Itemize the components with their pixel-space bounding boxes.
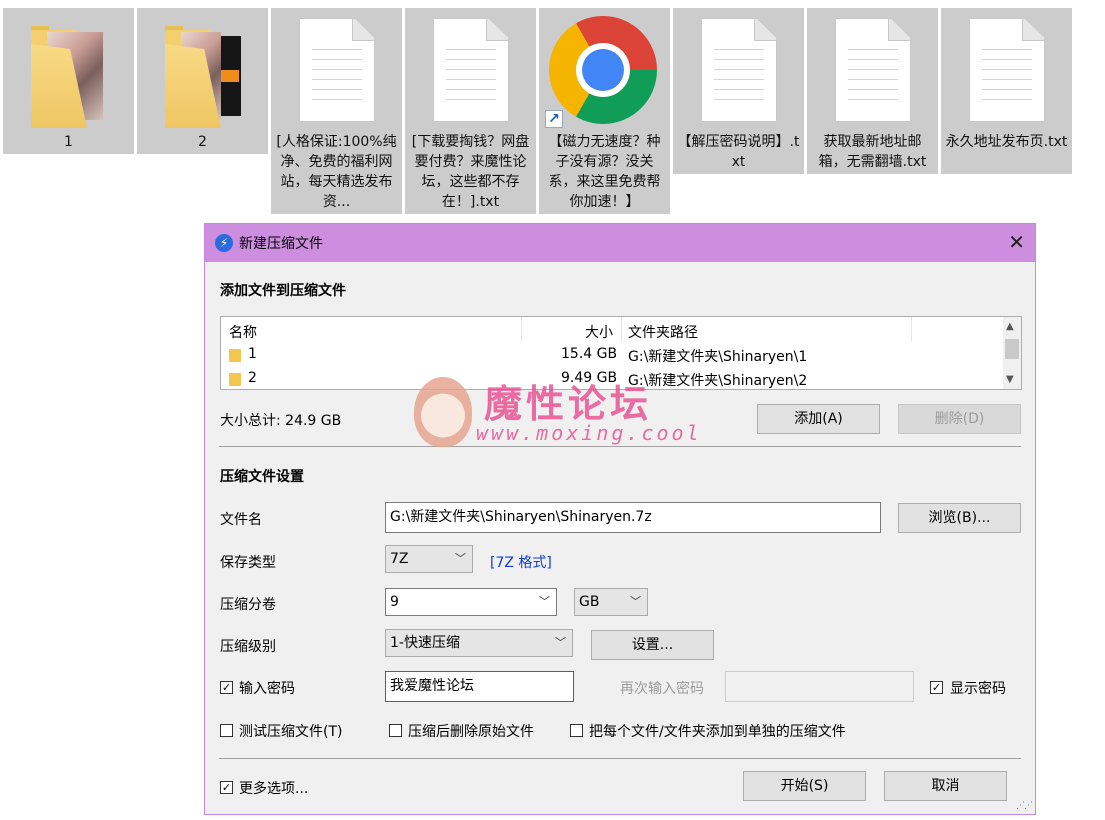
new-archive-dialog: ⚡ 新建压缩文件 ✕ 添加文件到压缩文件 名称 大小 文件夹路径 1 15.4 … (204, 223, 1036, 815)
divider (219, 758, 1021, 759)
file-name: 1 (248, 346, 257, 362)
file-name: 2 (248, 370, 257, 386)
text-file-icon (807, 8, 938, 130)
more-options-label[interactable]: 更多选项... (239, 778, 308, 798)
file-list-header: 名称 大小 文件夹路径 (221, 317, 1003, 343)
divider (219, 446, 1021, 447)
browse-button[interactable]: 浏览(B)... (898, 503, 1021, 533)
desktop-item-folder-2[interactable]: 2 (137, 8, 268, 154)
file-row[interactable]: 1 15.4 GB G:\新建文件夹\Shinaryen\1 (221, 343, 1003, 367)
file-path: G:\新建文件夹\Shinaryen\1 (628, 349, 808, 365)
chevron-down-icon: ﹀ (539, 595, 550, 608)
split-label: 压缩分卷 (220, 597, 276, 613)
file-list[interactable]: 名称 大小 文件夹路径 1 15.4 GB G:\新建文件夹\Shinaryen… (220, 316, 1022, 390)
test-archive-label[interactable]: 测试压缩文件(T) (239, 721, 342, 741)
desktop-item-label: [人格保证:100%纯净、免费的福利网站，每天精选发布资... (276, 134, 397, 210)
text-file-icon (271, 8, 402, 130)
desktop-item-label: [下载要掏钱？网盘要付费？来魔性论坛，这些都不存在！].txt (411, 134, 530, 210)
start-button[interactable]: 开始(S) (743, 771, 866, 801)
close-icon[interactable]: ✕ (1008, 231, 1025, 253)
desktop-item-txt-permanent[interactable]: 永久地址发布页.txt (941, 8, 1072, 174)
bandizip-icon: ⚡ (215, 234, 233, 252)
text-file-icon (941, 8, 1072, 130)
chrome-icon: ↗ (539, 8, 670, 130)
resize-grip-icon[interactable]: ⋰⋰ (1016, 801, 1033, 811)
folder-icon (137, 8, 268, 130)
file-row[interactable]: 2 9.49 GB G:\新建文件夹\Shinaryen\2 (221, 367, 1003, 391)
text-file-icon (673, 8, 804, 130)
password-checkbox[interactable]: ✓ (220, 681, 233, 694)
scroll-up-icon[interactable]: ▲ (1006, 321, 1014, 332)
column-header-path[interactable]: 文件夹路径 (628, 322, 698, 342)
file-size: 9.49 GB (561, 370, 618, 386)
desktop-item-txt-password[interactable]: 【解压密码说明】.txt (673, 8, 804, 174)
desktop-item-label: 1 (64, 134, 73, 150)
list-scrollbar[interactable]: ▲ ▼ (1003, 317, 1021, 389)
desktop-item-label: 【磁力无速度？种子没有源？没关系，来这里免费帮你加速！】 (548, 134, 661, 210)
format-link[interactable]: [7Z 格式] (490, 552, 552, 572)
reenter-password-label: 再次输入密码 (620, 681, 704, 697)
total-size: 大小总计: 24.9 GB (220, 413, 342, 429)
folder-icon (3, 8, 134, 130)
add-section-title: 添加文件到压缩文件 (220, 283, 346, 299)
chevron-down-icon: ﹀ (555, 636, 566, 649)
settings-section-title: 压缩文件设置 (220, 469, 304, 485)
cancel-button[interactable]: 取消 (884, 771, 1007, 801)
level-label: 压缩级别 (220, 639, 276, 655)
separate-archives-label[interactable]: 把每个文件/文件夹添加到单独的压缩文件 (589, 721, 846, 741)
save-type-value: 7Z (390, 551, 409, 567)
desktop-item-label: 2 (198, 134, 207, 150)
desktop-item-folder-1[interactable]: 1 (3, 8, 134, 154)
split-size-value: 9 (390, 594, 399, 610)
chevron-down-icon: ﹀ (455, 552, 466, 565)
scroll-down-icon[interactable]: ▼ (1006, 374, 1014, 385)
desktop-item-txt-email[interactable]: 获取最新地址邮箱，无需翻墙.txt (807, 8, 938, 174)
file-size: 15.4 GB (561, 346, 618, 362)
more-options-checkbox[interactable]: ✓ (220, 781, 233, 794)
filename-input[interactable]: G:\新建文件夹\Shinaryen\Shinaryen.7z (385, 502, 881, 533)
desktop-item-label: 【解压密码说明】.txt (677, 134, 800, 170)
settings-button[interactable]: 设置... (591, 630, 714, 660)
file-path: G:\新建文件夹\Shinaryen\2 (628, 373, 808, 389)
reenter-password-input[interactable] (725, 671, 914, 702)
desktop-item-chrome-shortcut[interactable]: ↗ 【磁力无速度？种子没有源？没关系，来这里免费帮你加速！】 (539, 8, 670, 214)
desktop-item-label: 获取最新地址邮箱，无需翻墙.txt (818, 134, 927, 170)
desktop-item-txt-download[interactable]: [下载要掏钱？网盘要付费？来魔性论坛，这些都不存在！].txt (405, 8, 536, 214)
column-header-size[interactable]: 大小 (585, 322, 613, 342)
save-type-select[interactable]: 7Z ﹀ (385, 545, 473, 573)
shortcut-arrow-icon: ↗ (545, 110, 563, 128)
separate-archives-checkbox[interactable] (570, 724, 583, 737)
password-label[interactable]: 输入密码 (239, 678, 295, 698)
add-button[interactable]: 添加(A) (757, 404, 880, 434)
password-input[interactable]: 我爱魔性论坛 (385, 671, 574, 702)
delete-after-label[interactable]: 压缩后删除原始文件 (408, 721, 534, 741)
level-select[interactable]: 1-快速压缩 ﹀ (385, 629, 573, 657)
desktop-item-label: 永久地址发布页.txt (945, 134, 1068, 150)
split-size-combo[interactable]: 9 ﹀ (385, 588, 557, 616)
chevron-down-icon: ﹀ (630, 595, 641, 608)
test-archive-checkbox[interactable] (220, 724, 233, 737)
save-type-label: 保存类型 (220, 555, 276, 571)
desktop-item-txt-guarantee[interactable]: [人格保证:100%纯净、免费的福利网站，每天精选发布资... (271, 8, 402, 214)
column-header-name[interactable]: 名称 (229, 322, 257, 342)
show-password-label[interactable]: 显示密码 (950, 678, 1006, 698)
delete-after-checkbox[interactable] (389, 724, 402, 737)
split-unit-value: GB (579, 594, 600, 610)
level-value: 1-快速压缩 (390, 635, 460, 651)
title-bar[interactable]: ⚡ 新建压缩文件 ✕ (205, 224, 1035, 262)
show-password-checkbox[interactable]: ✓ (930, 681, 943, 694)
split-unit-select[interactable]: GB ﹀ (574, 588, 648, 616)
delete-button[interactable]: 删除(D) (898, 404, 1021, 434)
dialog-title: 新建压缩文件 (239, 236, 323, 252)
folder-icon (229, 349, 241, 362)
filename-label: 文件名 (220, 512, 262, 528)
folder-icon (229, 373, 241, 386)
scroll-thumb[interactable] (1005, 339, 1019, 359)
text-file-icon (405, 8, 536, 130)
